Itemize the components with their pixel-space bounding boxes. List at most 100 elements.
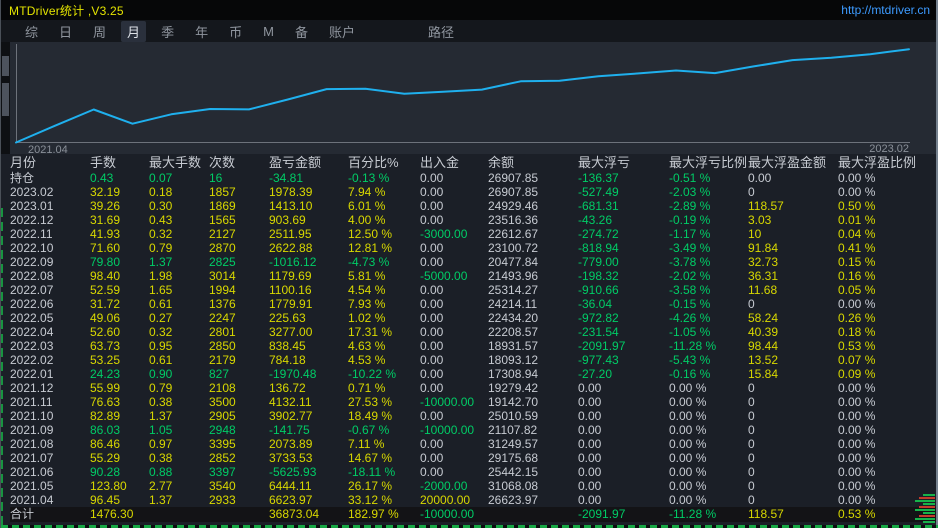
table-row[interactable]: 持仓 0.43 0.07 16 -34.81 -0.13 % 0.00 26907.85 -13… — [10, 171, 938, 185]
value-cell: 22208.57 — [488, 325, 539, 339]
value-cell: 3014 — [209, 269, 236, 283]
menu-item-备[interactable]: 备 — [289, 21, 314, 42]
value-cell: 0 — [748, 437, 755, 451]
value-cell: -0.19 % — [669, 213, 711, 227]
table-row[interactable]: 2022.12 31.69 0.43 1565 903.69 4.00 % 0.00 2351… — [10, 213, 938, 227]
menu-item-综[interactable]: 综 — [19, 21, 44, 42]
value-cell: -0.13 % — [348, 171, 390, 185]
menu-item-周[interactable]: 周 — [87, 21, 112, 42]
menu-item-账户[interactable]: 账户 — [323, 21, 361, 42]
value-cell: 7.93 % — [348, 297, 386, 311]
value-cell: 82.89 — [90, 409, 121, 423]
month-cell: 2022.03 — [10, 339, 54, 353]
month-cell: 2022.06 — [10, 297, 54, 311]
value-cell: 0.30 — [149, 199, 173, 213]
value-cell: 24929.46 — [488, 199, 539, 213]
table-row[interactable]: 2021.05 123.80 2.77 3540 6444.11 26.17 % -2000… — [10, 479, 938, 493]
value-cell: -18.11 % — [348, 465, 396, 479]
table-row[interactable]: 2022.06 31.72 0.61 1376 1779.91 7.93 % 0.00 242… — [10, 297, 938, 311]
value-cell: 0.00 % — [669, 395, 707, 409]
value-cell: 3733.53 — [269, 451, 313, 465]
value-cell: 0.00 — [578, 423, 602, 437]
value-cell: 1978.39 — [269, 185, 313, 199]
table-row[interactable]: 2021.08 86.46 0.97 3395 2073.89 7.11 % 0.00 312… — [10, 437, 938, 451]
value-cell: 0.00 — [420, 171, 444, 185]
value-cell: 0.27 — [149, 311, 173, 325]
value-cell: 4.00 % — [348, 213, 386, 227]
value-cell: 0.00 — [420, 297, 444, 311]
total-value-cell: 1476.30 — [90, 507, 134, 521]
menu-item-币[interactable]: 币 — [223, 21, 248, 42]
table-row[interactable]: 2022.10 71.60 0.79 2870 2622.88 12.81 % 0.00 23… — [10, 241, 938, 255]
total-value-cell — [149, 507, 209, 522]
month-cell: 2021.12 — [10, 381, 54, 395]
table-row[interactable]: 2022.11 41.93 0.32 2127 2511.95 12.50 % -3000.… — [10, 227, 938, 241]
value-cell: 0.90 — [149, 367, 173, 381]
table-row[interactable]: 2022.05 49.06 0.27 2247 225.63 1.02 % 0.00 2243… — [10, 311, 938, 325]
month-cell: 2021.07 — [10, 451, 54, 465]
menu-item-日[interactable]: 日 — [53, 21, 78, 42]
value-cell: 0.00 % — [669, 437, 707, 451]
table-row[interactable]: 2021.12 55.99 0.79 2108 136.72 0.71 % 0.00 1927… — [10, 381, 938, 395]
value-cell: 0.79 — [149, 241, 173, 255]
value-cell: 0.32 — [149, 227, 173, 241]
menu-item-路径[interactable]: 路径 — [422, 21, 460, 42]
resize-grip[interactable] — [915, 494, 935, 523]
value-cell: 58.24 — [748, 311, 779, 325]
value-cell: 0.00 — [420, 381, 444, 395]
value-cell: 0.00 % — [669, 479, 707, 493]
table-row[interactable]: 2021.04 96.45 1.37 2933 6623.97 33.12 % 20000.… — [10, 493, 938, 507]
value-cell: 98.40 — [90, 269, 121, 283]
table-row[interactable]: 2021.11 76.63 0.38 3500 4132.11 27.53 % -10000… — [10, 395, 938, 409]
table-row[interactable]: 2022.04 52.60 0.32 2801 3277.00 17.31 % 0.00 22… — [10, 325, 938, 339]
table-row[interactable]: 2022.08 98.40 1.98 3014 1179.69 5.81 % -5000.0… — [10, 269, 938, 283]
table-row[interactable]: 2021.09 86.03 1.05 2948 -141.75 -0.67 % -10000… — [10, 423, 938, 437]
stats-table: 月份 手数 最大手数 次数 盈亏金额 百分比% 出入金 余额 最大浮亏 最大浮亏比例 最大浮盈金额最… — [1, 154, 938, 528]
value-cell: 32.19 — [90, 185, 121, 199]
value-cell: -3.58 % — [669, 283, 711, 297]
menu-item-年[interactable]: 年 — [189, 21, 214, 42]
menu-item-M[interactable]: M — [257, 23, 280, 40]
left-scrollbar-button[interactable] — [2, 56, 9, 76]
value-cell: 0.00 % — [838, 297, 876, 311]
value-cell: 4.63 % — [348, 339, 386, 353]
value-cell: 123.80 — [90, 479, 127, 493]
table-row[interactable]: 2023.02 32.19 0.18 1857 1978.39 7.94 % 0.00 269… — [10, 185, 938, 199]
column-header: 最大浮盈比例 — [838, 155, 917, 170]
value-cell: 0.00 — [420, 311, 444, 325]
value-cell: 0.00 — [578, 381, 602, 395]
table-row[interactable]: 2021.06 90.28 0.88 3397 -5625.93 -18.11 % 0.00… — [10, 465, 938, 479]
table-row[interactable]: 2022.03 63.73 0.95 2850 838.45 4.63 % 0.00 1893… — [10, 339, 938, 353]
table-row[interactable]: 2022.02 53.25 0.61 2179 784.18 4.53 % 0.00 1809… — [10, 353, 938, 367]
left-scrollbar-thumb[interactable] — [2, 83, 9, 116]
equity-line — [15, 48, 910, 144]
value-cell: 24214.11 — [488, 297, 538, 311]
value-cell: 0.00 — [420, 409, 444, 423]
value-cell: 0.88 — [149, 465, 173, 479]
table-row[interactable]: 2022.01 24.23 0.90 827 -1970.48 -10.22 % 0.00 1… — [10, 367, 938, 381]
value-cell: 32.73 — [748, 255, 779, 269]
vendor-url-link[interactable]: http://mtdriver.cn — [841, 3, 930, 17]
table-row[interactable]: 2022.09 79.80 1.37 2825 -1016.12 -4.73 % 0.00 2… — [10, 255, 938, 269]
value-cell: 40.39 — [748, 325, 779, 339]
value-cell: 1.02 % — [348, 311, 386, 325]
total-row[interactable]: 合计 1476.30 36873.04 182.97 % -10000.00 -2091.… — [10, 507, 938, 522]
value-cell: 2825 — [209, 255, 236, 269]
table-row[interactable]: 2022.07 52.59 1.65 1994 1100.16 4.54 % 0.00 253… — [10, 283, 938, 297]
menu-item-月[interactable]: 月 — [121, 20, 147, 42]
table-row[interactable]: 2023.01 39.26 0.30 1869 1413.10 6.01 % 0.00 249… — [10, 199, 938, 213]
left-scrollbar-track[interactable] — [1, 42, 10, 154]
table-row[interactable]: 2021.10 82.89 1.37 2905 3902.77 18.49 % 0.00 25… — [10, 409, 938, 423]
table-row[interactable]: 2021.07 55.29 0.38 2852 3733.53 14.67 % 0.00 29… — [10, 451, 938, 465]
value-cell: 5.81 % — [348, 269, 386, 283]
column-header: 最大浮亏 — [578, 155, 631, 170]
menu-item-季[interactable]: 季 — [155, 21, 180, 42]
value-cell: 2852 — [209, 451, 236, 465]
month-cell: 2022.01 — [10, 367, 54, 381]
value-cell: -231.54 — [578, 325, 619, 339]
value-cell: 827 — [209, 367, 230, 381]
value-cell: -3000.00 — [420, 227, 468, 241]
column-header: 月份 — [10, 155, 37, 170]
month-cell: 2022.09 — [10, 255, 54, 269]
value-cell: 18931.57 — [488, 339, 539, 353]
